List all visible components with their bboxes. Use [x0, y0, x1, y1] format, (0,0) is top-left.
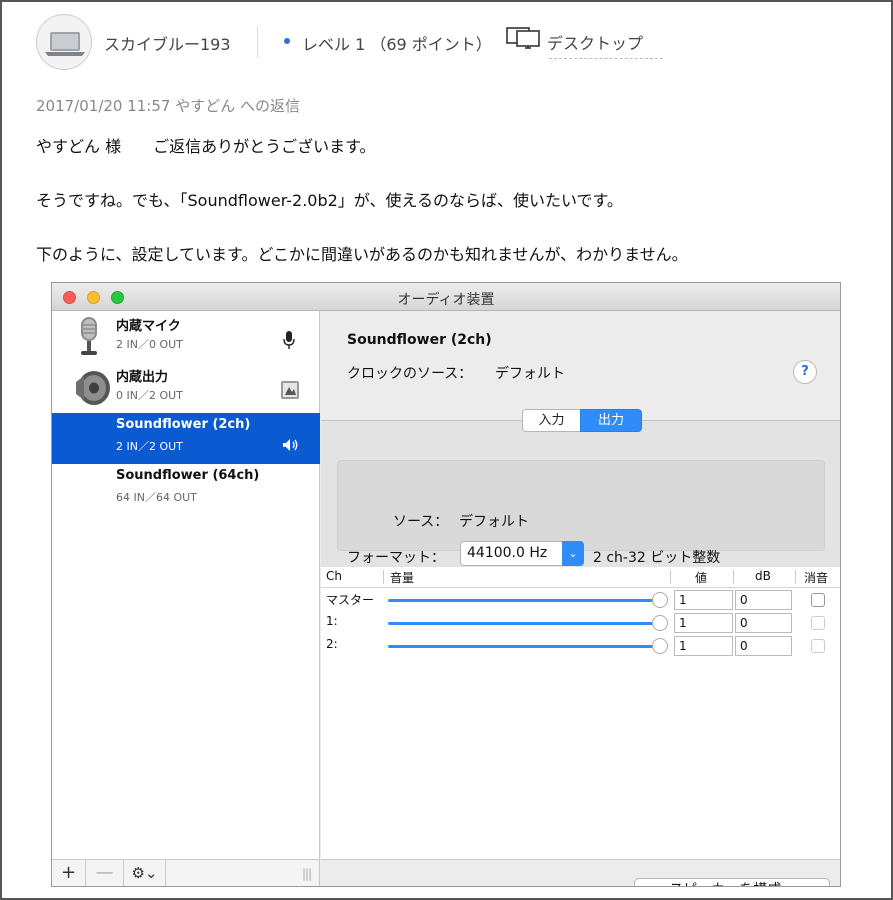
device-io: 0 IN／2 OUT [116, 389, 183, 402]
remove-device-button[interactable]: — [86, 860, 124, 886]
column-separator [670, 570, 671, 584]
mute-checkbox[interactable] [811, 616, 825, 630]
header-divider [257, 26, 258, 58]
finder-icon [280, 380, 300, 404]
mute-checkbox[interactable] [811, 593, 825, 607]
footer-divider [321, 859, 840, 860]
channel-label: 1: [326, 614, 338, 628]
table-row: 1: 1 0 [321, 612, 840, 635]
source-value: デフォルト [459, 514, 529, 530]
column-header-mute[interactable]: 消音 [804, 569, 828, 586]
output-speaker-icon [282, 437, 300, 456]
table-header-divider [321, 587, 840, 588]
device-item-builtin-output[interactable]: 内蔵出力 0 IN／2 OUT [52, 362, 320, 413]
format-select-value: 44100.0 Hz [467, 545, 548, 561]
configure-speakers-button[interactable]: スピーカーを構成... [634, 878, 830, 886]
format-group [337, 460, 825, 551]
clock-source-value: デフォルト [495, 366, 565, 382]
value-field[interactable]: 1 [674, 590, 733, 610]
value-field[interactable]: 1 [674, 636, 733, 656]
format-value: 2 ch-32 ビット整数 [593, 550, 721, 566]
column-separator [383, 570, 384, 584]
volume-table: Ch 音量 値 dB 消音 マスター 1 0 1: 1 0 2: 1 0 [321, 567, 840, 859]
device-title: Soundflower (2ch) [347, 332, 492, 348]
level-dot-icon [284, 38, 290, 44]
format-label: フォーマット： [347, 550, 445, 566]
device-underline [549, 58, 663, 59]
post-paragraph: 下のように、設定しています。どこかに間違いがあるのかも知れませんが、わかりません… [36, 245, 688, 264]
user-level: レベル 1 （69 ポイント） [302, 35, 492, 54]
desktop-icon [506, 26, 542, 58]
device-name: 内蔵マイク [116, 319, 181, 334]
volume-slider[interactable] [388, 622, 660, 625]
gear-menu-button[interactable]: ⚙⌄ [124, 860, 166, 886]
column-separator [733, 570, 734, 584]
device-name: 内蔵出力 [116, 370, 169, 385]
volume-slider[interactable] [388, 645, 660, 648]
device-item-soundflower-64ch[interactable]: Soundflower (64ch) 64 IN／64 OUT [52, 464, 320, 515]
user-avatar[interactable] [36, 14, 92, 70]
device-item-soundflower-2ch[interactable]: Soundflower (2ch) 2 IN／2 OUT [52, 413, 320, 464]
source-label: ソース： [393, 514, 449, 530]
device-name: Soundflower (2ch) [116, 417, 251, 432]
audio-devices-window: オーディオ装置 内蔵マイク 2 IN／0 OUT 内蔵出力 0 IN／2 OUT… [51, 282, 841, 887]
device-list: 内蔵マイク 2 IN／0 OUT 内蔵出力 0 IN／2 OUT Soundfl… [52, 311, 320, 859]
db-field[interactable]: 0 [735, 636, 792, 656]
tab-input[interactable]: 入力 [522, 409, 581, 432]
volume-slider-knob[interactable] [652, 638, 668, 654]
column-header-volume[interactable]: 音量 [390, 569, 414, 586]
device-io: 2 IN／0 OUT [116, 338, 183, 351]
column-header-ch[interactable]: Ch [326, 569, 342, 583]
window-title: オーディオ装置 [397, 292, 495, 308]
volume-slider[interactable] [388, 599, 660, 602]
user-name[interactable]: スカイブルー193 [104, 31, 231, 55]
column-header-value[interactable]: 値 [695, 569, 707, 586]
format-select[interactable]: 44100.0 Hz ⌄ [460, 541, 584, 566]
device-io: 2 IN／2 OUT [116, 440, 183, 453]
laptop-icon [45, 32, 85, 56]
window-titlebar: オーディオ装置 [52, 283, 840, 311]
resize-grip-icon[interactable]: ||| [302, 867, 312, 881]
post-paragraph: やすどん 様 ご返信ありがとうございます。 [36, 137, 376, 156]
device-list-toolbar: + — ⚙⌄ ||| [52, 859, 320, 886]
device-name: Soundflower (64ch) [116, 468, 260, 483]
column-separator [795, 570, 796, 584]
table-row: 2: 1 0 [321, 635, 840, 658]
clock-source-label: クロックのソース： [347, 366, 473, 382]
volume-slider-knob[interactable] [652, 592, 668, 608]
db-field[interactable]: 0 [735, 590, 792, 610]
db-field[interactable]: 0 [735, 613, 792, 633]
device-item-builtin-mic[interactable]: 内蔵マイク 2 IN／0 OUT [52, 311, 320, 362]
tab-output[interactable]: 出力 [580, 409, 642, 432]
input-mic-icon [282, 331, 296, 353]
device-type: デスクトップ [547, 34, 644, 53]
device-io: 64 IN／64 OUT [116, 491, 197, 504]
chevron-updown-icon: ⌄ [562, 541, 584, 566]
value-field[interactable]: 1 [674, 613, 733, 633]
reply-meta: 2017/01/20 11:57 やすどん への返信 [36, 97, 300, 115]
post-paragraph: そうですね。でも、「Soundflower-2.0b2」が、使えるのならば、使い… [36, 191, 623, 210]
channel-label: 2: [326, 637, 338, 651]
speaker-icon [72, 366, 112, 412]
table-row: マスター 1 0 [321, 589, 840, 612]
device-detail-pane: Soundflower (2ch) クロックのソース： デフォルト ? 入力 出… [321, 311, 840, 886]
volume-slider-knob[interactable] [652, 615, 668, 631]
help-button[interactable]: ? [793, 360, 817, 384]
microphone-icon [72, 315, 106, 363]
mute-checkbox[interactable] [811, 639, 825, 653]
channel-label: マスター [326, 593, 375, 607]
add-device-button[interactable]: + [52, 860, 86, 886]
column-header-db[interactable]: dB [755, 569, 771, 583]
